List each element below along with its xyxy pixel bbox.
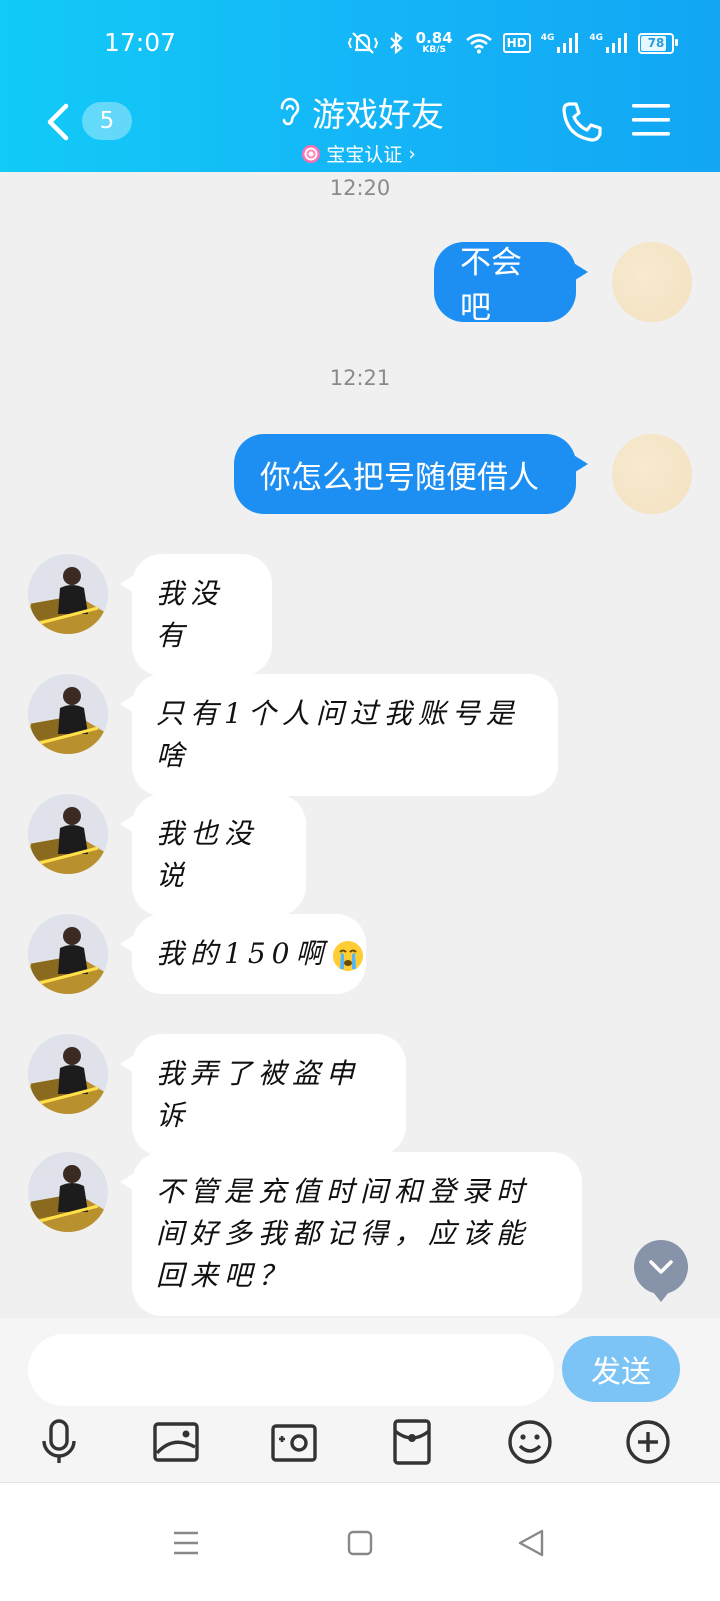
- self-avatar[interactable]: [612, 242, 692, 322]
- message-list[interactable]: 12:20 不会吧 12:21 你怎么把号随便借人 我没有 只有1个人问过我账号…: [0, 172, 720, 1318]
- peer-avatar[interactable]: [28, 1152, 108, 1232]
- self-avatar[interactable]: [612, 434, 692, 514]
- voice-button[interactable]: [31, 1414, 87, 1470]
- sim1-network-label: 4G: [540, 33, 555, 43]
- chevron-right-icon: ›: [408, 142, 416, 165]
- chat-title-block[interactable]: 游戏好友 宝宝认证 ›: [0, 88, 720, 167]
- network-speed-value: 0.84: [415, 29, 453, 47]
- incoming-message[interactable]: 我没有: [120, 554, 272, 676]
- send-button[interactable]: 发送: [562, 1336, 680, 1402]
- microphone-icon: [42, 1419, 76, 1463]
- peer-avatar[interactable]: [28, 1034, 108, 1114]
- menu-icon[interactable]: [632, 102, 670, 138]
- peer-avatar[interactable]: [28, 794, 108, 874]
- composer: 发送: [0, 1318, 720, 1482]
- message-input[interactable]: [28, 1334, 554, 1406]
- gallery-button[interactable]: [148, 1414, 204, 1470]
- verification-label[interactable]: 宝宝认证: [326, 140, 402, 167]
- more-button[interactable]: [620, 1414, 676, 1470]
- incoming-message[interactable]: 只有1个人问过我账号是啥: [120, 674, 558, 796]
- message-timestamp: 12:21: [329, 366, 391, 390]
- signal-sim1: 4G: [541, 33, 580, 53]
- phone-icon[interactable]: [560, 100, 604, 144]
- back-triangle-icon[interactable]: [512, 1523, 552, 1563]
- ear-icon: [280, 97, 300, 126]
- composer-toolbar: [0, 1414, 720, 1474]
- incoming-message[interactable]: 我弄了被盗申诉: [120, 1034, 406, 1156]
- peer-avatar[interactable]: [28, 674, 108, 754]
- bluetooth-icon: [389, 31, 403, 55]
- image-icon: [153, 1422, 199, 1462]
- peer-avatar[interactable]: [28, 554, 108, 634]
- signal-bars-icon: [557, 33, 579, 53]
- camera-button[interactable]: [266, 1414, 322, 1470]
- mute-vibrate-icon: [347, 32, 378, 54]
- red-packet-button[interactable]: [384, 1414, 440, 1470]
- incoming-message[interactable]: 不管是充值时间和登录时间好多我都记得，应该能回来吧？: [120, 1152, 582, 1316]
- recent-apps-icon[interactable]: [166, 1523, 206, 1563]
- status-time: 17:07: [104, 28, 177, 57]
- wifi-icon: [465, 33, 492, 54]
- outgoing-message[interactable]: 不会吧: [434, 242, 588, 326]
- network-speed-unit: KB/S: [422, 45, 446, 55]
- incoming-message[interactable]: 我的150啊: [120, 914, 366, 994]
- emoji-icon: [508, 1420, 552, 1464]
- chat-title: 游戏好友: [312, 95, 444, 134]
- incoming-message-text: 我的150啊: [156, 937, 330, 970]
- scroll-to-bottom-button[interactable]: [634, 1240, 688, 1302]
- incoming-message[interactable]: 我也没说: [120, 794, 306, 916]
- peer-avatar[interactable]: [28, 914, 108, 994]
- status-bar: 17:07 0.84 KB/S HD 4G 4G 78: [0, 0, 720, 90]
- sim2-network-label: 4G: [589, 33, 603, 43]
- chat-header: 17:07 0.84 KB/S HD 4G 4G 78 5 游戏好友 宝宝认证 …: [0, 0, 720, 172]
- crying-face-emoji-icon: [333, 940, 364, 971]
- battery-icon: 78: [638, 32, 678, 54]
- plus-icon: [626, 1420, 670, 1464]
- network-speed: 0.84 KB/S: [416, 31, 453, 55]
- system-nav-bar: [0, 1482, 720, 1601]
- status-icons: 0.84 KB/S HD 4G 4G 78: [347, 30, 678, 56]
- signal-bars-icon: [606, 33, 627, 53]
- candy-icon: [302, 144, 321, 163]
- outgoing-message[interactable]: 你怎么把号随便借人: [234, 434, 588, 514]
- red-packet-icon: [393, 1419, 431, 1465]
- message-timestamp: 12:20: [329, 176, 391, 200]
- battery-level: 78: [647, 36, 665, 50]
- signal-sim2: 4G: [589, 33, 628, 53]
- chevron-down-icon: [649, 1260, 673, 1274]
- camera-icon: [271, 1424, 317, 1462]
- hd-voice-badge: HD: [502, 33, 531, 53]
- emoji-button[interactable]: [502, 1414, 558, 1470]
- home-icon[interactable]: [340, 1523, 380, 1563]
